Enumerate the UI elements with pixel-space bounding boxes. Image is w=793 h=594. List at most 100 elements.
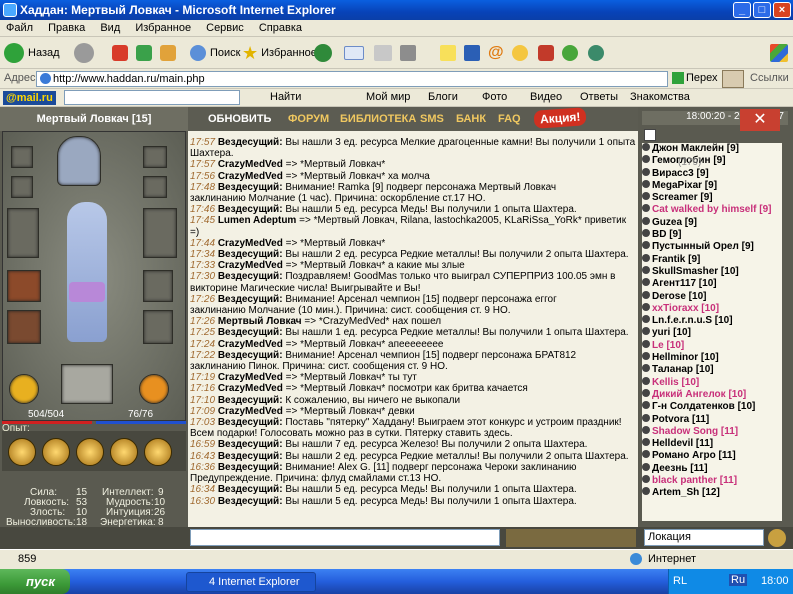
edit-button[interactable] [400, 41, 420, 65]
player-name[interactable]: Дикий Ангелок [10] [652, 389, 746, 400]
keyboard-layout[interactable]: RL [673, 575, 687, 587]
inventory-button[interactable] [42, 438, 70, 466]
slot-ring[interactable] [11, 176, 33, 198]
player-row[interactable]: Пустынный Орел [9] [642, 241, 782, 253]
chat-author[interactable]: CrazyMedVed [218, 159, 283, 170]
close-button[interactable]: × [773, 2, 791, 18]
go-button[interactable]: Перех [686, 72, 718, 84]
icq-button[interactable] [464, 41, 484, 65]
player-name[interactable]: Hellminor [10] [652, 352, 719, 363]
chat-author[interactable]: Вездесущий: [218, 249, 283, 260]
player-row[interactable]: Screamer [9] [642, 192, 782, 204]
promo-badge[interactable]: Акция! [533, 107, 588, 129]
reload-icon[interactable] [768, 529, 786, 547]
menu-file[interactable]: Файл [0, 20, 39, 36]
chat-author[interactable]: Вездесущий: [218, 439, 283, 450]
video-link[interactable]: Видео [530, 91, 562, 103]
player-name[interactable]: Kellis [10] [652, 377, 699, 388]
exit-button[interactable] [144, 438, 172, 466]
player-name[interactable]: Вирасс3 [9] [652, 168, 709, 179]
url-input[interactable] [36, 71, 668, 87]
puzzle-button[interactable] [538, 41, 558, 65]
chat-author[interactable]: Мертвый Ловкач [218, 316, 302, 327]
player-name[interactable]: xxTioraxx [10] [652, 303, 719, 314]
player-name[interactable]: SkullSmasher [10] [652, 266, 739, 277]
notes-button[interactable] [440, 41, 460, 65]
forward-button[interactable] [74, 41, 98, 65]
chat-author[interactable]: CrazyMedVed [218, 372, 283, 383]
player-name[interactable]: Пустынный Орел [9] [652, 241, 754, 252]
chat-author[interactable]: CrazyMedVed [218, 406, 283, 417]
favorites-button[interactable]: ★ Избранное [242, 41, 317, 65]
chat-input[interactable] [190, 529, 500, 546]
slot-belt[interactable] [7, 310, 41, 344]
media-button[interactable] [314, 41, 336, 65]
player-name[interactable]: yuri [10] [652, 327, 691, 338]
chat-tool-buttons[interactable] [506, 529, 636, 547]
player-row[interactable]: Hellminor [10] [642, 352, 782, 364]
player-row[interactable]: Таланар [10] [642, 364, 782, 376]
player-name[interactable]: Guzea [9] [652, 217, 697, 228]
taskbar-ie-group[interactable]: 4 Internet Explorer [186, 572, 316, 592]
player-row[interactable]: yuri [10] [642, 327, 782, 339]
player-name[interactable]: Helldevil [11] [652, 438, 713, 449]
skills-button[interactable] [76, 438, 104, 466]
menu-tools[interactable]: Сервис [200, 20, 250, 36]
slot-earring[interactable] [143, 146, 167, 168]
close-game-icon[interactable]: ✕ [740, 109, 780, 131]
player-name[interactable]: Таланар [10] [652, 364, 714, 375]
mymir-link[interactable]: Мой мир [366, 91, 410, 103]
mailru-logo[interactable]: @mail.ru [3, 91, 56, 105]
heart-icon[interactable] [9, 374, 39, 404]
chat-author[interactable]: CrazyMedVed [218, 339, 283, 350]
slot-amulet[interactable] [11, 146, 33, 168]
player-row[interactable]: Джон Маклейн [9] [642, 143, 782, 155]
player-name[interactable]: BD [9] [652, 229, 681, 240]
slot-armor[interactable] [7, 270, 41, 302]
slot-pants[interactable] [143, 310, 173, 344]
forum-link[interactable]: ФОРУМ [288, 113, 329, 125]
player-row[interactable]: Агент117 [10] [642, 278, 782, 290]
location-select[interactable]: Локация [644, 529, 764, 546]
slot-bracer[interactable] [143, 176, 167, 198]
player-name[interactable]: Романо Агро [11] [652, 450, 736, 461]
chat-author[interactable]: Вездесущий: [218, 137, 283, 148]
chat-author[interactable]: Вездесущий: [218, 451, 283, 462]
sun-icon[interactable] [139, 374, 169, 404]
minimize-button[interactable]: _ [733, 2, 751, 18]
helmet-icon[interactable] [57, 136, 101, 186]
people-button[interactable] [588, 41, 608, 65]
player-name[interactable]: Ln.f.e.r.n.u.S [10] [652, 315, 733, 326]
chat-author[interactable]: Вездесущий: [218, 350, 283, 361]
dating-link[interactable]: Знакомства [630, 91, 690, 103]
refresh-link[interactable]: ОБНОВИТЬ [208, 113, 271, 125]
stop-button[interactable] [112, 41, 132, 65]
player-row[interactable]: Helldevil [11] [642, 438, 782, 450]
mailru-search-input[interactable] [64, 90, 240, 105]
player-name[interactable]: Screamer [9] [652, 192, 713, 203]
chat-author[interactable]: CrazyMedVed [218, 171, 283, 182]
start-button[interactable]: пуск [0, 569, 70, 594]
player-row[interactable]: Романо Агро [11] [642, 450, 782, 462]
bank-link[interactable]: БАНК [456, 113, 486, 125]
maximize-button[interactable]: □ [753, 2, 771, 18]
chat-author[interactable]: Вездесущий: [218, 327, 283, 338]
player-name[interactable]: Агент117 [10] [652, 278, 717, 289]
chat-author[interactable]: CrazyMedVed [218, 238, 283, 249]
player-name[interactable]: Derose [10] [652, 291, 706, 302]
links-button[interactable]: Ссылки [750, 72, 789, 84]
player-name[interactable]: Cat walked by himself [9] [652, 204, 771, 215]
find-button[interactable]: Найти [270, 91, 301, 103]
book-button[interactable] [110, 438, 138, 466]
home-button[interactable] [160, 41, 180, 65]
player-row[interactable]: Frantik [9] [642, 253, 782, 266]
player-name[interactable]: Artem_Sh [12] [652, 487, 720, 498]
player-row[interactable]: Derose [10] [642, 290, 782, 303]
blogs-link[interactable]: Блоги [428, 91, 458, 103]
player-row[interactable]: Гемоглобин [9] [642, 155, 782, 167]
library-link[interactable]: БИБЛИОТЕКА [340, 113, 416, 125]
faq-link[interactable]: FAQ [498, 113, 521, 125]
player-name[interactable]: Le [10] [652, 340, 684, 351]
sms-link[interactable]: SMS [420, 113, 444, 125]
chat-author[interactable]: Вездесущий: [218, 484, 283, 495]
